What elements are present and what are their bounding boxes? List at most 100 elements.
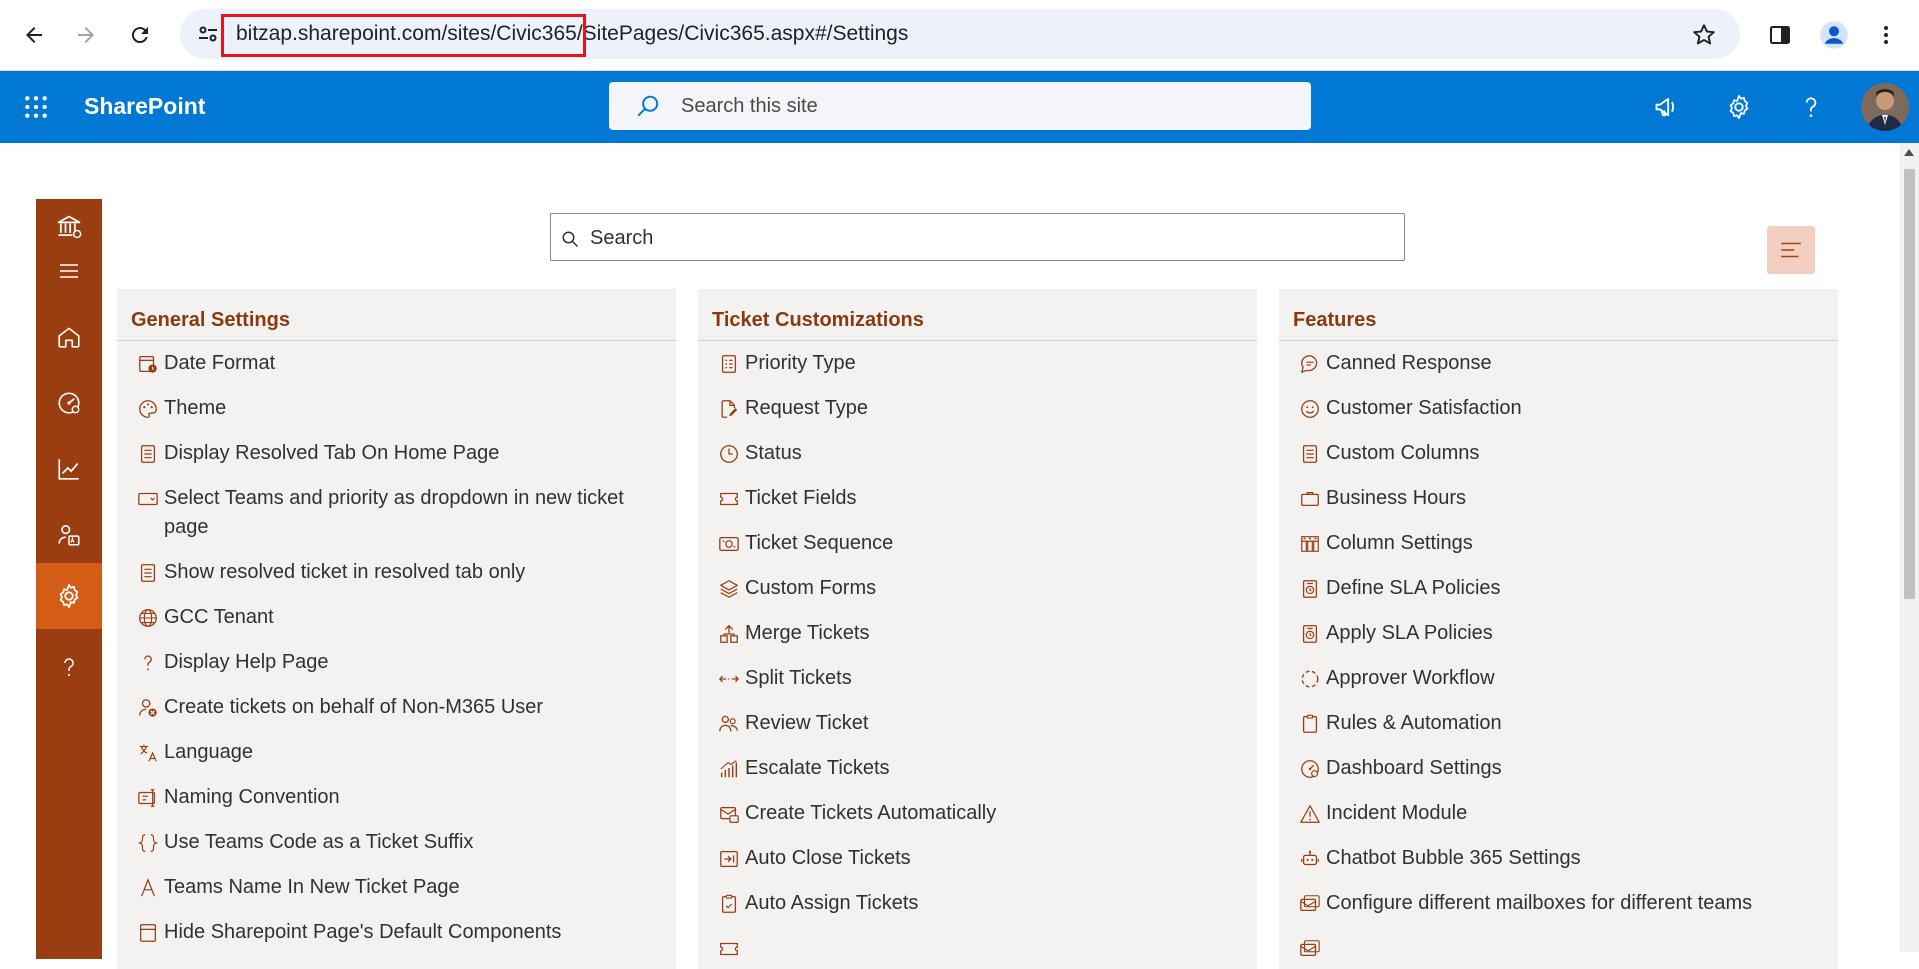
settings-item-label[interactable]: Auto Close Tickets: [745, 836, 911, 881]
settings-list-item[interactable]: Define SLA Policies: [1279, 566, 1838, 611]
back-button[interactable]: [16, 17, 52, 53]
settings-item-label[interactable]: Incident Module: [1326, 791, 1467, 836]
settings-list-item[interactable]: Language: [117, 730, 676, 775]
rail-item-help[interactable]: [36, 639, 102, 695]
settings-item-label[interactable]: Auto Assign Tickets: [745, 881, 918, 926]
settings-item-label[interactable]: Canned Response: [1326, 341, 1492, 386]
reload-button[interactable]: [122, 17, 158, 53]
settings-list-item[interactable]: Create Tickets Automatically: [698, 791, 1257, 836]
settings-list-item[interactable]: Display Help Page: [117, 640, 676, 685]
settings-list-item[interactable]: Split Tickets: [698, 656, 1257, 701]
settings-list-item[interactable]: Create tickets on behalf of Non-M365 Use…: [117, 685, 676, 730]
settings-list-item[interactable]: Ticket Sequence: [698, 521, 1257, 566]
settings-list-item[interactable]: Merge Tickets: [698, 611, 1257, 656]
settings-item-label[interactable]: Column Settings: [1326, 521, 1473, 566]
bookmark-star-button[interactable]: [1686, 17, 1722, 53]
settings-item-label[interactable]: Display Help Page: [164, 640, 329, 685]
scroll-thumb[interactable]: [1904, 169, 1915, 599]
settings-list-item[interactable]: Select Teams and priority as dropdown in…: [117, 476, 676, 550]
settings-item-label[interactable]: Custom Columns: [1326, 431, 1479, 476]
site-search-box[interactable]: Search this site: [609, 82, 1311, 130]
settings-list-item[interactable]: GCC Tenant: [117, 595, 676, 640]
settings-list-item[interactable]: Business Hours: [1279, 476, 1838, 521]
rail-item-reports[interactable]: [36, 441, 102, 497]
settings-item-label[interactable]: Ticket Fields: [745, 476, 857, 521]
settings-list-item[interactable]: Ticket Fields: [698, 476, 1257, 521]
settings-item-label[interactable]: Language: [164, 730, 253, 775]
settings-item-label[interactable]: Merge Tickets: [745, 611, 869, 656]
settings-item-label[interactable]: GCC Tenant: [164, 595, 274, 640]
settings-list-item[interactable]: Request Type: [698, 386, 1257, 431]
settings-list-item[interactable]: Review Ticket: [698, 701, 1257, 746]
settings-list-item[interactable]: Apply SLA Policies: [1279, 611, 1838, 656]
settings-item-label[interactable]: Status: [745, 431, 802, 476]
settings-item-label[interactable]: Approver Workflow: [1326, 656, 1495, 701]
settings-item-label[interactable]: Use Teams Code as a Ticket Suffix: [164, 820, 473, 865]
settings-item-label[interactable]: Apply SLA Policies: [1326, 611, 1493, 656]
settings-list-item[interactable]: Hide Sharepoint Page's Default Component…: [117, 910, 676, 955]
side-panel-button[interactable]: [1762, 17, 1798, 53]
rail-item-users[interactable]: [36, 507, 102, 563]
settings-list-item[interactable]: Configure different mailboxes for differ…: [1279, 881, 1838, 926]
settings-item-label[interactable]: Theme: [164, 386, 226, 431]
settings-item-label[interactable]: Review Ticket: [745, 701, 868, 746]
settings-item-label[interactable]: Chatbot Bubble 365 Settings: [1326, 836, 1581, 881]
settings-list-item[interactable]: Dashboard Settings: [1279, 746, 1838, 791]
settings-list-item[interactable]: Show resolved ticket in resolved tab onl…: [117, 550, 676, 595]
settings-item-label[interactable]: Define SLA Policies: [1326, 566, 1501, 611]
page-scrollbar[interactable]: [1900, 143, 1919, 952]
settings-item-label[interactable]: Show resolved ticket in resolved tab onl…: [164, 550, 525, 595]
settings-item-label[interactable]: Escalate Tickets: [745, 746, 890, 791]
site-search-placeholder[interactable]: Search this site: [681, 95, 818, 118]
settings-search-placeholder[interactable]: Search: [590, 227, 653, 250]
settings-list-item[interactable]: Auto Close Tickets: [698, 836, 1257, 881]
scroll-up-arrow[interactable]: [1904, 149, 1914, 156]
settings-list-item[interactable]: Customer Satisfaction: [1279, 386, 1838, 431]
settings-item-label[interactable]: Configure different mailboxes for differ…: [1326, 881, 1752, 926]
settings-item-label[interactable]: Select Teams and priority as dropdown in…: [164, 476, 656, 550]
help-button[interactable]: [1794, 90, 1828, 124]
settings-list-item[interactable]: Custom Forms: [698, 566, 1257, 611]
settings-list-item[interactable]: Date Format: [117, 341, 676, 386]
settings-list-item[interactable]: Custom Columns: [1279, 431, 1838, 476]
rail-item-settings[interactable]: [36, 563, 102, 629]
settings-list-item[interactable]: Chatbot Bubble 365 Settings: [1279, 836, 1838, 881]
settings-button[interactable]: [1722, 90, 1756, 124]
settings-item-label[interactable]: Create tickets on behalf of Non-M365 Use…: [164, 685, 543, 730]
settings-item-label[interactable]: Date Format: [164, 341, 275, 386]
settings-list-item[interactable]: Incident Module: [1279, 791, 1838, 836]
settings-list-item[interactable]: Use Teams Code as a Ticket Suffix: [117, 820, 676, 865]
settings-list-item[interactable]: [698, 926, 1257, 969]
settings-item-label[interactable]: Split Tickets: [745, 656, 852, 701]
settings-item-label[interactable]: Custom Forms: [745, 566, 876, 611]
settings-item-label[interactable]: Teams Name In New Ticket Page: [164, 865, 460, 910]
settings-item-label[interactable]: Rules & Automation: [1326, 701, 1502, 746]
settings-item-label[interactable]: Customer Satisfaction: [1326, 386, 1522, 431]
settings-item-label[interactable]: Hide Sharepoint Page's Default Component…: [164, 910, 561, 955]
feedback-button[interactable]: [1650, 90, 1684, 124]
sharepoint-brand[interactable]: SharePoint: [84, 93, 205, 120]
settings-item-label[interactable]: Business Hours: [1326, 476, 1466, 521]
settings-list-item[interactable]: Auto Assign Tickets: [698, 881, 1257, 926]
settings-item-label[interactable]: Request Type: [745, 386, 868, 431]
settings-item-label[interactable]: Create Tickets Automatically: [745, 791, 996, 836]
rail-item-home[interactable]: [36, 309, 102, 365]
settings-list-item[interactable]: Priority Type: [698, 341, 1257, 386]
app-launcher-button[interactable]: [20, 91, 52, 123]
settings-item-label[interactable]: Display Resolved Tab On Home Page: [164, 431, 499, 476]
site-info-icon[interactable]: [196, 22, 220, 46]
settings-list-item[interactable]: Naming Convention: [117, 775, 676, 820]
settings-list-item[interactable]: Theme: [117, 386, 676, 431]
settings-item-label[interactable]: Ticket Sequence: [745, 521, 893, 566]
settings-list-item[interactable]: Approver Workflow: [1279, 656, 1838, 701]
profile-button[interactable]: [1816, 17, 1852, 53]
settings-search-box[interactable]: Search: [550, 213, 1405, 261]
user-avatar[interactable]: [1861, 83, 1909, 131]
rail-item-dashboard[interactable]: [36, 375, 102, 431]
browser-menu-button[interactable]: [1868, 17, 1904, 53]
settings-item-label[interactable]: Dashboard Settings: [1326, 746, 1502, 791]
settings-list-item[interactable]: Status: [698, 431, 1257, 476]
settings-list-item[interactable]: Display Resolved Tab On Home Page: [117, 431, 676, 476]
settings-item-label[interactable]: Priority Type: [745, 341, 856, 386]
settings-list-item[interactable]: Column Settings: [1279, 521, 1838, 566]
